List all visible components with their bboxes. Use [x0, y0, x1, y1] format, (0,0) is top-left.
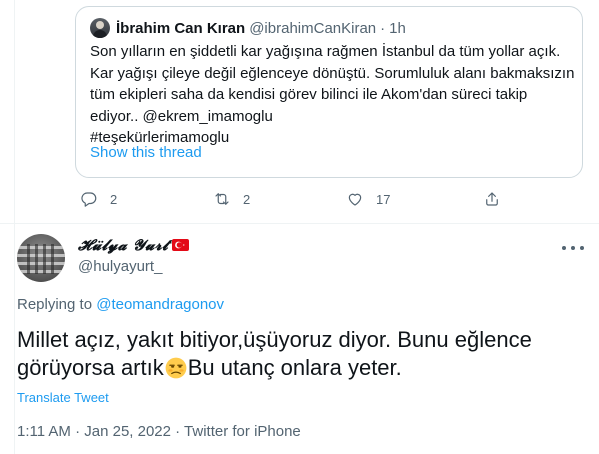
- translate-tweet-link[interactable]: Translate Tweet: [17, 390, 109, 405]
- like-button[interactable]: 17: [346, 190, 390, 208]
- quoted-author-avatar[interactable]: [90, 18, 110, 38]
- tweet-text-line-1: Millet açız, yakıt bitiyor,üşüyoruz diyo…: [17, 327, 532, 352]
- retweet-button[interactable]: 2: [213, 190, 250, 208]
- like-count: 17: [376, 191, 391, 207]
- quoted-text-line: Kar yağışı çileye değil eğlenceye dönüşt…: [90, 64, 575, 82]
- author-handle[interactable]: @hulyayurt_: [78, 258, 162, 275]
- tweet-timestamp[interactable]: 1:11 AM · Jan 25, 2022 · Twitter for iPh…: [17, 423, 301, 440]
- quoted-text-line: ediyor.. @ekrem_imamoglu: [90, 107, 273, 125]
- replying-to-mention[interactable]: @teomandragonov: [96, 296, 224, 313]
- tweet-text: Millet açız, yakıt bitiyor,üşüyoruz diyo…: [17, 326, 587, 382]
- turkey-flag-icon: [172, 239, 190, 251]
- tweet-text-line-2: görüyorsa artık Bu utanç onlara yeter.: [17, 354, 587, 382]
- separator-dot: ·: [380, 19, 386, 37]
- unamused-face-emoji-icon: [165, 357, 187, 379]
- avatar[interactable]: [17, 234, 65, 282]
- thread-left-rule: [14, 0, 15, 454]
- quoted-author-name[interactable]: İbrahim Can Kıran: [116, 20, 245, 37]
- replying-to: Replying to @teomandragonov: [17, 296, 224, 313]
- retweet-icon: [215, 193, 229, 205]
- author-display-name[interactable]: 𝓗𝓾̈𝓵𝔂𝓪 𝓨𝓾𝓻𝓽: [78, 236, 190, 254]
- quoted-text-line: Son yılların en şiddetli kar yağışına ra…: [90, 43, 561, 60]
- quoted-author-handle: @ibrahimCanKiran: [249, 19, 377, 37]
- like-icon: [348, 193, 362, 206]
- show-thread-link[interactable]: Show this thread: [90, 144, 202, 161]
- reply-button[interactable]: 2: [80, 190, 117, 208]
- tweet-text-part: Bu utanç onlara yeter.: [187, 355, 402, 380]
- quoted-text-line: tüm ekipleri saha da kendisi görev bilin…: [90, 86, 528, 103]
- replying-prefix: Replying to: [17, 296, 93, 313]
- more-options-icon[interactable]: [562, 240, 584, 256]
- reply-count: 2: [110, 191, 118, 207]
- reply-icon: [81, 192, 97, 207]
- quoted-tweet-header: İbrahim Can Kıran @ibrahimCanKiran · 1h: [90, 18, 406, 38]
- quoted-tweet-time[interactable]: 1h: [389, 20, 406, 37]
- quoted-tweet-text: Son yılların en şiddetli kar yağışına ra…: [90, 41, 575, 149]
- author-name-text: 𝓗𝓾̈𝓵𝔂𝓪 𝓨𝓾𝓻𝓽: [78, 236, 169, 254]
- retweet-count: 2: [243, 191, 251, 207]
- tweet-text-part: görüyorsa artık: [17, 355, 164, 380]
- share-icon: [486, 192, 498, 206]
- quoted-tweet-card[interactable]: İbrahim Can Kıran @ibrahimCanKiran · 1h …: [75, 6, 583, 178]
- tweet-divider: [0, 223, 599, 224]
- share-button[interactable]: [483, 190, 501, 208]
